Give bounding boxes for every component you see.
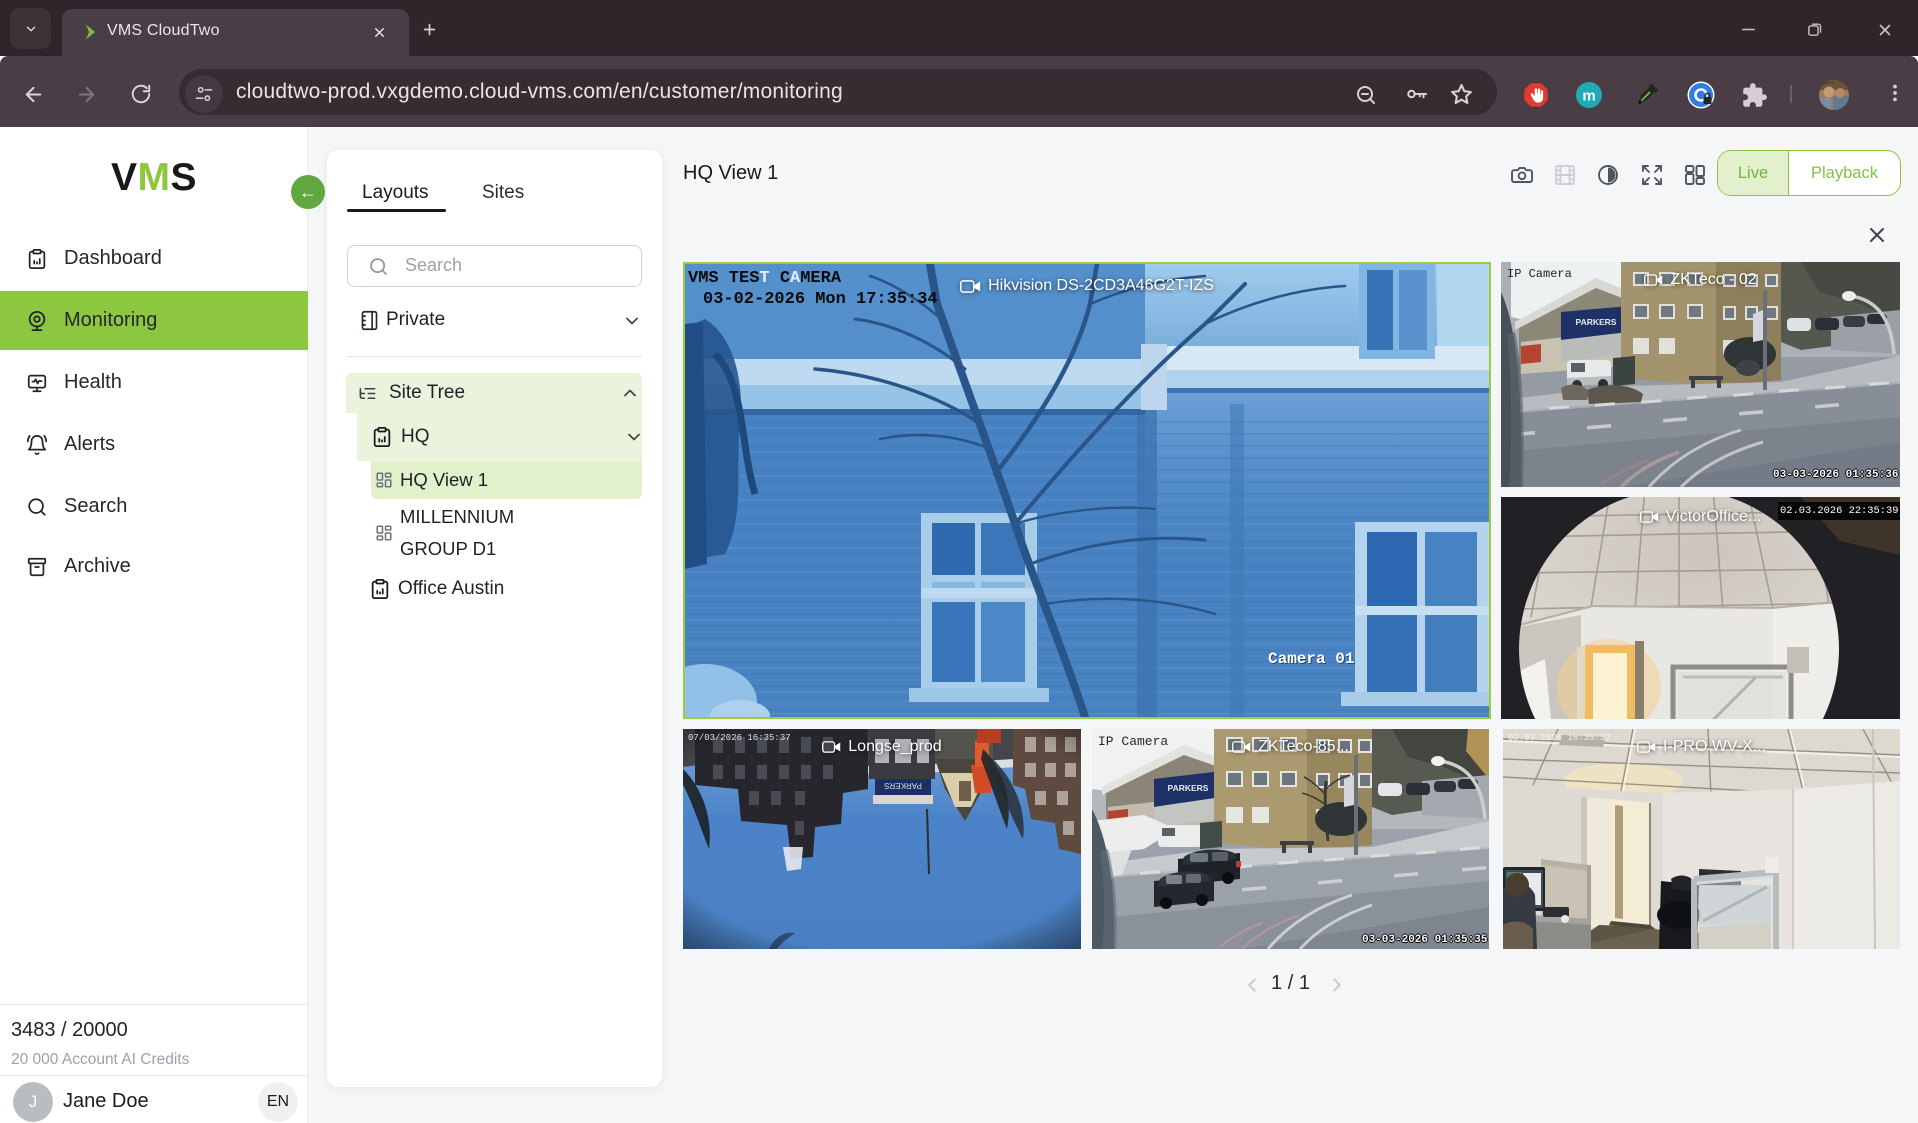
svg-text:PARKERS: PARKERS	[1576, 317, 1617, 327]
svg-text:m: m	[1582, 88, 1595, 105]
svg-text:PARKERS: PARKERS	[1168, 783, 1209, 793]
